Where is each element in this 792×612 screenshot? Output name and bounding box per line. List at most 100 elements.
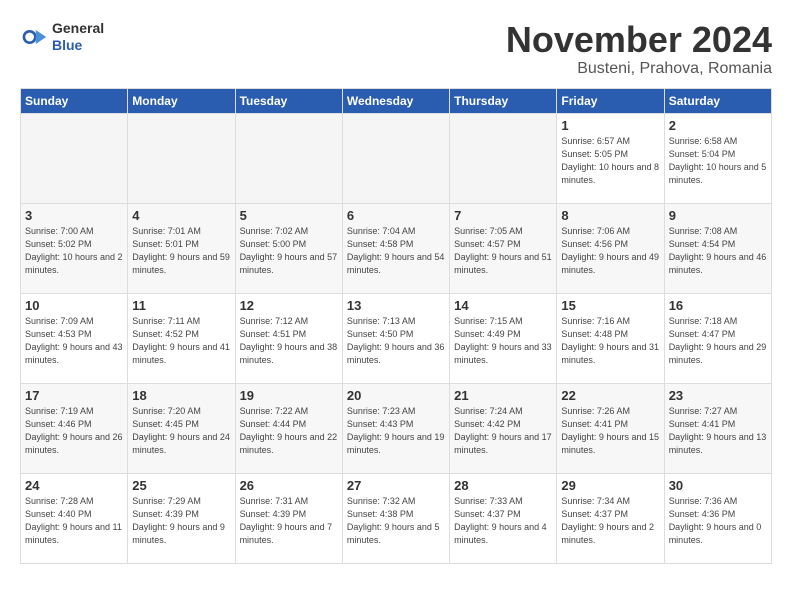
logo: General Blue [20, 20, 104, 54]
day-info: Sunrise: 7:31 AM Sunset: 4:39 PM Dayligh… [240, 495, 338, 547]
day-info: Sunrise: 7:28 AM Sunset: 4:40 PM Dayligh… [25, 495, 123, 547]
calendar-cell: 6 Sunrise: 7:04 AM Sunset: 4:58 PM Daylig… [342, 203, 449, 293]
calendar-cell: 30 Sunrise: 7:36 AM Sunset: 4:36 PM Dayli… [664, 473, 771, 563]
day-number: 2 [669, 118, 767, 133]
day-number: 1 [561, 118, 659, 133]
calendar-cell: 22Sunrise: 7:26 AM Sunset: 4:41 PM Dayli… [557, 383, 664, 473]
location-subtitle: Busteni, Prahova, Romania [506, 60, 772, 78]
calendar-cell [342, 113, 449, 203]
day-number: 11 [132, 298, 230, 313]
calendar-cell: 8 Sunrise: 7:06 AM Sunset: 4:56 PM Daylig… [557, 203, 664, 293]
logo-general: General [52, 20, 104, 37]
day-number: 27 [347, 478, 445, 493]
calendar-cell: 13 Sunrise: 7:13 AM Sunset: 4:50 PM Dayli… [342, 293, 449, 383]
day-number: 16 [669, 298, 767, 313]
calendar-cell: 2 Sunrise: 6:58 AM Sunset: 5:04 PM Daylig… [664, 113, 771, 203]
calendar-cell [21, 113, 128, 203]
day-info: Sunrise: 6:58 AM Sunset: 5:04 PM Dayligh… [669, 135, 767, 187]
day-info: Sunrise: 7:20 AM Sunset: 4:45 PM Dayligh… [132, 405, 230, 457]
week-row-3: 10Sunrise: 7:09 AM Sunset: 4:53 PM Dayli… [21, 293, 772, 383]
day-number: 3 [25, 208, 123, 223]
calendar-cell: 20Sunrise: 7:23 AM Sunset: 4:43 PM Dayli… [342, 383, 449, 473]
day-info: Sunrise: 7:15 AM Sunset: 4:49 PM Dayligh… [454, 315, 552, 367]
day-info: Sunrise: 7:11 AM Sunset: 4:52 PM Dayligh… [132, 315, 230, 367]
day-info: Sunrise: 7:22 AM Sunset: 4:44 PM Dayligh… [240, 405, 338, 457]
day-info: Sunrise: 7:04 AM Sunset: 4:58 PM Dayligh… [347, 225, 445, 277]
weekday-header-thursday: Thursday [450, 88, 557, 113]
calendar-cell: 27 Sunrise: 7:32 AM Sunset: 4:38 PM Dayli… [342, 473, 449, 563]
day-number: 22 [561, 388, 659, 403]
day-number: 13 [347, 298, 445, 313]
calendar-table: SundayMondayTuesdayWednesdayThursdayFrid… [20, 88, 772, 564]
day-number: 10 [25, 298, 123, 313]
calendar-cell [235, 113, 342, 203]
day-number: 15 [561, 298, 659, 313]
day-info: Sunrise: 7:13 AM Sunset: 4:50 PM Dayligh… [347, 315, 445, 367]
day-number: 9 [669, 208, 767, 223]
day-info: Sunrise: 6:57 AM Sunset: 5:05 PM Dayligh… [561, 135, 659, 187]
calendar-cell: 23 Sunrise: 7:27 AM Sunset: 4:41 PM Dayli… [664, 383, 771, 473]
day-info: Sunrise: 7:19 AM Sunset: 4:46 PM Dayligh… [25, 405, 123, 457]
week-row-2: 3 Sunrise: 7:00 AM Sunset: 5:02 PM Daylig… [21, 203, 772, 293]
day-info: Sunrise: 7:34 AM Sunset: 4:37 PM Dayligh… [561, 495, 659, 547]
day-number: 20 [347, 388, 445, 403]
day-number: 17 [25, 388, 123, 403]
day-number: 8 [561, 208, 659, 223]
day-number: 5 [240, 208, 338, 223]
calendar-cell: 14 Sunrise: 7:15 AM Sunset: 4:49 PM Dayli… [450, 293, 557, 383]
calendar-cell [450, 113, 557, 203]
calendar-cell: 7 Sunrise: 7:05 AM Sunset: 4:57 PM Daylig… [450, 203, 557, 293]
weekday-header-wednesday: Wednesday [342, 88, 449, 113]
day-number: 30 [669, 478, 767, 493]
day-info: Sunrise: 7:12 AM Sunset: 4:51 PM Dayligh… [240, 315, 338, 367]
calendar-cell: 12 Sunrise: 7:12 AM Sunset: 4:51 PM Dayli… [235, 293, 342, 383]
day-info: Sunrise: 7:00 AM Sunset: 5:02 PM Dayligh… [25, 225, 123, 277]
day-number: 7 [454, 208, 552, 223]
logo-icon [20, 23, 48, 51]
day-number: 23 [669, 388, 767, 403]
calendar-page: General Blue November 2024 Busteni, Prah… [0, 0, 792, 574]
calendar-cell: 1 Sunrise: 6:57 AM Sunset: 5:05 PM Daylig… [557, 113, 664, 203]
calendar-cell: 10Sunrise: 7:09 AM Sunset: 4:53 PM Dayli… [21, 293, 128, 383]
weekday-header-tuesday: Tuesday [235, 88, 342, 113]
title-area: November 2024 Busteni, Prahova, Romania [506, 20, 772, 78]
day-number: 6 [347, 208, 445, 223]
day-number: 4 [132, 208, 230, 223]
month-title: November 2024 [506, 20, 772, 60]
day-info: Sunrise: 7:33 AM Sunset: 4:37 PM Dayligh… [454, 495, 552, 547]
calendar-cell: 9 Sunrise: 7:08 AM Sunset: 4:54 PM Daylig… [664, 203, 771, 293]
day-info: Sunrise: 7:27 AM Sunset: 4:41 PM Dayligh… [669, 405, 767, 457]
day-number: 18 [132, 388, 230, 403]
calendar-cell: 15 Sunrise: 7:16 AM Sunset: 4:48 PM Dayli… [557, 293, 664, 383]
day-info: Sunrise: 7:01 AM Sunset: 5:01 PM Dayligh… [132, 225, 230, 277]
day-info: Sunrise: 7:29 AM Sunset: 4:39 PM Dayligh… [132, 495, 230, 547]
calendar-cell: 4 Sunrise: 7:01 AM Sunset: 5:01 PM Daylig… [128, 203, 235, 293]
calendar-cell [128, 113, 235, 203]
day-info: Sunrise: 7:24 AM Sunset: 4:42 PM Dayligh… [454, 405, 552, 457]
day-info: Sunrise: 7:05 AM Sunset: 4:57 PM Dayligh… [454, 225, 552, 277]
day-info: Sunrise: 7:08 AM Sunset: 4:54 PM Dayligh… [669, 225, 767, 277]
weekday-header-monday: Monday [128, 88, 235, 113]
day-info: Sunrise: 7:32 AM Sunset: 4:38 PM Dayligh… [347, 495, 445, 547]
day-info: Sunrise: 7:36 AM Sunset: 4:36 PM Dayligh… [669, 495, 767, 547]
weekday-header-saturday: Saturday [664, 88, 771, 113]
weekday-header-row: SundayMondayTuesdayWednesdayThursdayFrid… [21, 88, 772, 113]
weekday-header-friday: Friday [557, 88, 664, 113]
calendar-cell: 21Sunrise: 7:24 AM Sunset: 4:42 PM Dayli… [450, 383, 557, 473]
calendar-cell: 3 Sunrise: 7:00 AM Sunset: 5:02 PM Daylig… [21, 203, 128, 293]
calendar-cell: 5Sunrise: 7:02 AM Sunset: 5:00 PM Daylig… [235, 203, 342, 293]
calendar-cell: 11 Sunrise: 7:11 AM Sunset: 4:52 PM Dayli… [128, 293, 235, 383]
calendar-cell: 17 Sunrise: 7:19 AM Sunset: 4:46 PM Dayli… [21, 383, 128, 473]
day-number: 25 [132, 478, 230, 493]
day-number: 26 [240, 478, 338, 493]
day-number: 24 [25, 478, 123, 493]
day-info: Sunrise: 7:16 AM Sunset: 4:48 PM Dayligh… [561, 315, 659, 367]
week-row-4: 17 Sunrise: 7:19 AM Sunset: 4:46 PM Dayli… [21, 383, 772, 473]
day-info: Sunrise: 7:18 AM Sunset: 4:47 PM Dayligh… [669, 315, 767, 367]
calendar-cell: 28Sunrise: 7:33 AM Sunset: 4:37 PM Dayli… [450, 473, 557, 563]
day-number: 14 [454, 298, 552, 313]
calendar-cell: 19Sunrise: 7:22 AM Sunset: 4:44 PM Dayli… [235, 383, 342, 473]
day-number: 12 [240, 298, 338, 313]
calendar-cell: 25 Sunrise: 7:29 AM Sunset: 4:39 PM Dayli… [128, 473, 235, 563]
day-info: Sunrise: 7:06 AM Sunset: 4:56 PM Dayligh… [561, 225, 659, 277]
